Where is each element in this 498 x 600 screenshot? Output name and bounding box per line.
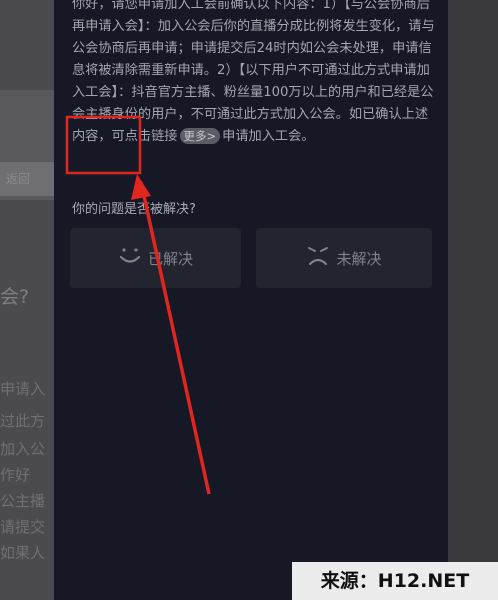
faq-answer-text: 你好，请您申请加入工会前确认以下内容：1）【与公会协商后再申请入会】：加入公会后… (72, 0, 435, 144)
unresolved-label: 未解决 (336, 249, 382, 268)
faq-answer-tail: 申请加入工会。 (222, 129, 315, 144)
faq-answer: 你好，请您申请加入工会前确认以下内容：1）【与公会协商后再申请入会】：加入公会后… (72, 0, 440, 148)
faq-panel[interactable]: 你好，请您申请加入工会前确认以下内容：1）【与公会协商后再申请入会】：加入公会后… (54, 0, 448, 600)
background-line: 作好 (0, 466, 31, 484)
resolved-label: 已解决 (147, 249, 193, 268)
feedback-question: 你的问题是否被解决? (72, 202, 196, 217)
more-link[interactable]: 更多> (179, 128, 221, 144)
background-line: 申请入 (0, 380, 46, 398)
background-line: 请提交 (0, 518, 46, 536)
background-line: 加入公 (0, 440, 46, 458)
unresolved-button[interactable]: 未解决 (256, 228, 432, 288)
background-line: 公主播 (0, 492, 46, 510)
smile-icon (118, 245, 142, 271)
background-line: 过此方 (0, 412, 46, 430)
resolved-button[interactable]: 已解决 (70, 228, 241, 288)
watermark: 来源：H12.NET (292, 562, 498, 600)
background-heading: 会? (0, 286, 30, 308)
background-return-button: 返回 (0, 162, 54, 196)
background-right-strip (448, 0, 498, 600)
background-line: 如果人 (0, 544, 46, 562)
frown-icon (306, 245, 330, 271)
